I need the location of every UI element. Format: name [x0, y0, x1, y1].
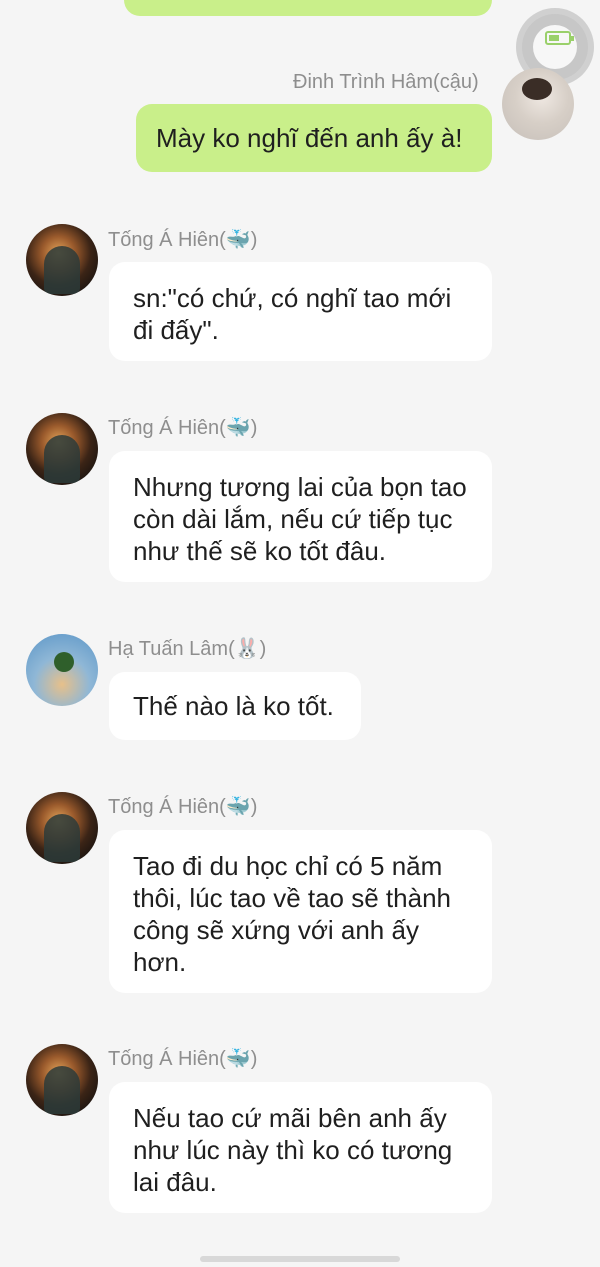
message-bubble-incoming[interactable]: Thế nào là ko tốt. — [109, 672, 361, 740]
message-bubble-incoming[interactable]: Tao đi du học chỉ có 5 năm thôi, lúc tao… — [109, 830, 492, 993]
message-bubble-outgoing[interactable]: Mày ko nghĩ đến anh ấy à! — [136, 104, 492, 172]
message-bubble-incoming[interactable]: sn:"có chứ, có nghĩ tao mới đi đấy". — [109, 262, 492, 361]
message-text: sn:"có chứ, có nghĩ tao mới đi đấy". — [133, 283, 452, 345]
sender-name: Tống Á Hiên(🐳) — [108, 796, 258, 818]
battery-icon — [545, 31, 574, 45]
message-text: Nếu tao cứ mãi bên anh ấy như lúc này th… — [133, 1103, 453, 1197]
avatar[interactable] — [26, 634, 98, 706]
message-text: Thế nào là ko tốt. — [133, 691, 334, 721]
sender-name: Đinh Trình Hâm(cậu) — [293, 71, 479, 93]
sender-name: Tống Á Hiên(🐳) — [108, 229, 258, 251]
avatar[interactable] — [26, 1044, 98, 1116]
message-text: Tao đi du học chỉ có 5 năm thôi, lúc tao… — [133, 851, 451, 977]
avatar[interactable] — [26, 224, 98, 296]
sender-name: Tống Á Hiên(🐳) — [108, 1048, 258, 1070]
sender-name: Hạ Tuấn Lâm(🐰) — [108, 638, 267, 660]
previous-message-bubble[interactable] — [124, 0, 492, 16]
avatar[interactable] — [502, 68, 574, 140]
avatar[interactable] — [26, 792, 98, 864]
avatar[interactable] — [26, 413, 98, 485]
message-text: Nhưng tương lai của bọn tao còn dài lắm,… — [133, 472, 467, 566]
message-bubble-incoming[interactable]: Nhưng tương lai của bọn tao còn dài lắm,… — [109, 451, 492, 582]
message-bubble-incoming[interactable]: Nếu tao cứ mãi bên anh ấy như lúc này th… — [109, 1082, 492, 1213]
home-indicator[interactable] — [200, 1256, 400, 1262]
sender-name: Tống Á Hiên(🐳) — [108, 417, 258, 439]
message-text: Mày ko nghĩ đến anh ấy à! — [156, 123, 463, 153]
